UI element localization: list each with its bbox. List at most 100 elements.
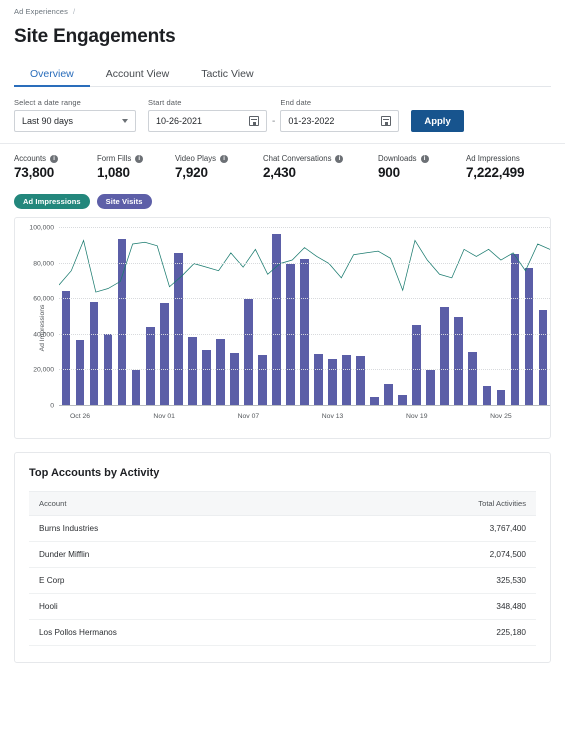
cell-total-activities: 348,480 — [328, 593, 536, 620]
chart-y-tick-label: 20,000 — [33, 366, 54, 374]
chart-x-tick-label: Nov 01 — [153, 413, 175, 420]
legend-chip-ad-impressions[interactable]: Ad Impressions — [14, 194, 90, 209]
cell-account: Burns Industries — [29, 515, 329, 542]
date-range-field: Select a date range Last 90 days — [14, 98, 136, 132]
info-icon[interactable]: i — [335, 154, 344, 163]
start-date-value: 10-26-2021 — [156, 116, 203, 126]
chart-y-tick-label: 40,000 — [33, 331, 54, 339]
apply-button[interactable]: Apply — [411, 110, 464, 132]
table-body: Burns Industries 3,767,400 Dunder Mifflin 2… — [29, 515, 536, 646]
tab-tactic-view[interactable]: Tactic View — [185, 68, 269, 86]
kpi-label: Video Plays — [175, 154, 217, 163]
legend-chip-site-visits[interactable]: Site Visits — [96, 194, 152, 209]
table-head: Account Total Activities — [29, 491, 536, 516]
kpi-value: 2,430 — [263, 165, 296, 180]
breadcrumb: Ad Experiences / — [0, 0, 565, 20]
cell-total-activities: 2,074,500 — [328, 541, 536, 568]
kpi-label: Ad Impressions — [466, 154, 520, 163]
cell-total-activities: 225,180 — [328, 619, 536, 646]
chart-y-tick-label: 100,000 — [29, 224, 54, 232]
chart-gridline: 20,000 — [33, 367, 550, 374]
info-icon[interactable]: i — [220, 154, 229, 163]
chart: Ad Impressions 0 20,000 40,000 60,000 80,000… — [15, 218, 550, 438]
chart-y-tick-label: 0 — [50, 402, 54, 410]
chevron-down-icon — [122, 119, 128, 123]
kpi-header: Video Plays i — [175, 154, 263, 163]
top-accounts-card: Top Accounts by Activity Account Total A… — [14, 452, 551, 663]
cell-account: Dunder Mifflin — [29, 541, 329, 568]
kpi-value: 7,920 — [175, 165, 208, 180]
chart-y-tick-label: 80,000 — [33, 260, 54, 268]
tab-bar: Overview Account View Tactic View — [14, 62, 551, 87]
table-row[interactable]: Hooli 348,480 — [29, 593, 536, 620]
info-icon[interactable]: i — [50, 154, 59, 163]
calendar-icon[interactable] — [381, 116, 392, 126]
kpi-label: Chat Conversations — [263, 154, 332, 163]
date-range-label: Select a date range — [14, 98, 81, 107]
chart-gridline: 60,000 — [33, 296, 550, 303]
kpi-value: 7,222,499 — [466, 165, 525, 180]
filter-bar: Select a date range Last 90 days Start d… — [0, 87, 565, 132]
table-row[interactable]: Burns Industries 3,767,400 — [29, 515, 536, 542]
kpi-ad-impressions: Ad Impressions 7,222,499 — [466, 154, 524, 180]
top-accounts-title: Top Accounts by Activity — [29, 467, 160, 479]
table-row[interactable]: E Corp 325,530 — [29, 567, 536, 594]
chart-line-layer — [59, 228, 550, 406]
kpi-form-fills: Form Fills i 1,080 — [97, 154, 175, 180]
kpi-label: Downloads — [378, 154, 417, 163]
kpi-value: 1,080 — [97, 165, 130, 180]
calendar-icon[interactable] — [249, 116, 259, 126]
app-page: Ad Experiences / Site Engagements Overvie… — [0, 0, 565, 753]
end-date-input[interactable]: 01-23-2022 — [280, 110, 400, 132]
cell-total-activities: 325,530 — [328, 567, 536, 594]
tab-account-view[interactable]: Account View — [90, 68, 185, 86]
kpi-label: Form Fills — [97, 154, 132, 163]
chart-gridline: 80,000 — [33, 260, 550, 267]
kpi-accounts: Accounts i 73,800 — [14, 154, 97, 180]
date-range-select[interactable]: Last 90 days — [14, 110, 136, 132]
chart-line-series — [59, 228, 550, 406]
kpi-header: Form Fills i — [97, 154, 175, 163]
start-date-input[interactable]: 10-26-2021 — [148, 110, 267, 132]
chart-x-tick-label: Nov 13 — [321, 413, 344, 420]
page-title: Site Engagements — [14, 26, 176, 47]
kpi-chat-conversations: Chat Conversations i 2,430 — [263, 154, 378, 180]
kpi-value: 900 — [378, 165, 400, 180]
cell-account: Hooli — [29, 593, 329, 620]
cell-account: Los Pollos Hermanos — [29, 619, 329, 646]
chart-line-path — [59, 240, 550, 292]
kpi-downloads: Downloads i 900 — [378, 154, 466, 180]
end-date-value: 01-23-2022 — [288, 116, 335, 126]
kpi-header: Accounts i — [14, 154, 97, 163]
kpi-header: Ad Impressions — [466, 154, 524, 163]
kpi-value: 73,800 — [14, 165, 55, 180]
tab-overview[interactable]: Overview — [14, 68, 90, 87]
info-icon[interactable]: i — [135, 154, 144, 163]
kpi-header: Downloads i — [378, 154, 466, 163]
column-header-total-activities[interactable]: Total Activities — [328, 491, 536, 516]
chart-gridline: 40,000 — [33, 331, 550, 338]
end-date-label: End date — [280, 98, 312, 107]
table-header-row: Account Total Activities — [29, 491, 536, 516]
table-row[interactable]: Dunder Mifflin 2,074,500 — [29, 541, 536, 568]
chart-y-tick-label: 60,000 — [33, 295, 54, 303]
chart-gridline: 0 — [50, 403, 550, 410]
cell-account: E Corp — [29, 567, 329, 594]
date-range-value: Last 90 days — [22, 116, 74, 126]
start-date-field: Start date 10-26-2021 — [148, 98, 267, 132]
kpi-label: Accounts — [14, 154, 47, 163]
chart-gridline: 100,000 — [29, 225, 550, 232]
engagement-chart-card: Ad Impressions 0 20,000 40,000 60,000 80,000… — [14, 217, 551, 439]
chart-x-tick-label: Nov 07 — [237, 413, 260, 420]
table-row[interactable]: Los Pollos Hermanos 225,180 — [29, 619, 536, 646]
column-header-account[interactable]: Account — [29, 491, 329, 516]
chart-y-axis-title: Ad Impressions — [38, 304, 46, 352]
chart-x-tick-label: Oct 26 — [70, 413, 91, 420]
cell-total-activities: 3,767,400 — [328, 515, 536, 542]
chart-x-tick-label: Nov 25 — [490, 413, 512, 420]
breadcrumb-item-ad-experiences[interactable]: Ad Experiences — [14, 7, 68, 16]
chart-legend: Ad Impressions Site Visits — [0, 180, 565, 209]
kpi-header: Chat Conversations i — [263, 154, 378, 163]
top-accounts-table: Account Total Activities Burns Industrie… — [29, 491, 536, 646]
info-icon[interactable]: i — [420, 154, 429, 163]
